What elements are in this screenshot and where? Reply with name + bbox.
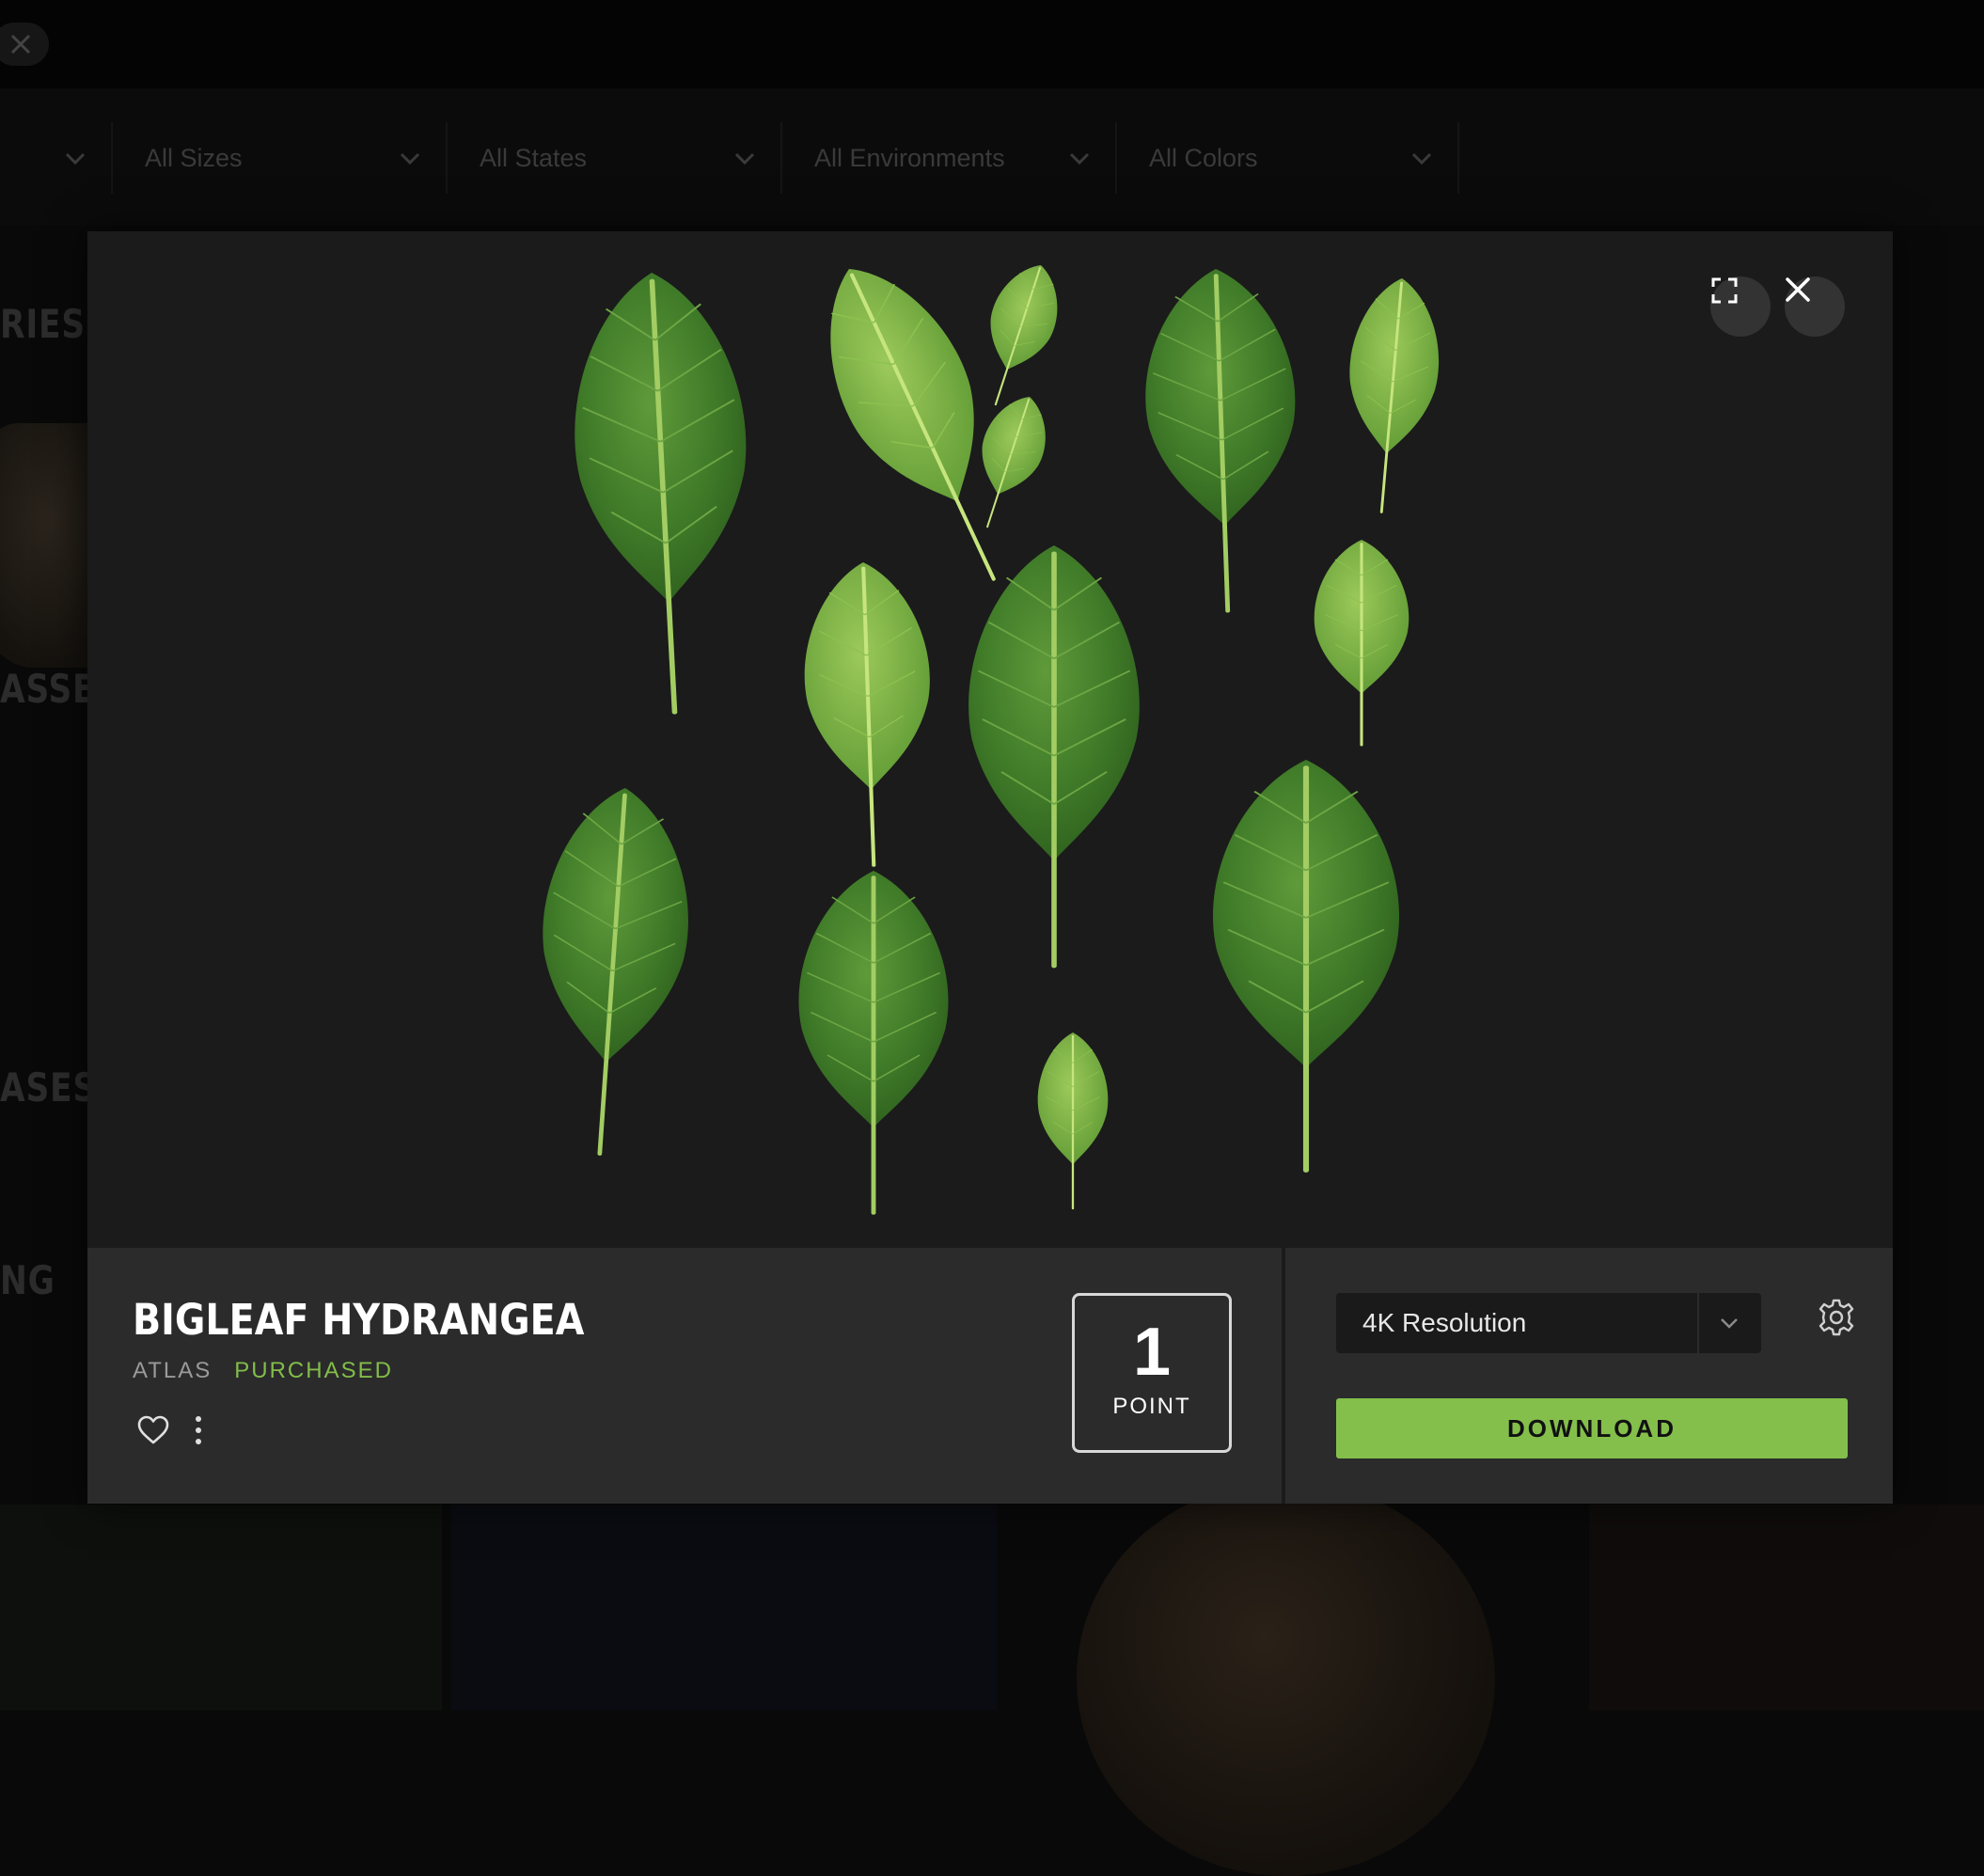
- filter-label: All Colors: [1149, 143, 1258, 172]
- filter-dropdown-sizes[interactable]: All Sizes: [113, 122, 448, 194]
- settings-icon[interactable]: [1816, 1297, 1857, 1338]
- points-cost-badge: 1 POINT: [1072, 1293, 1232, 1453]
- background-asset-thumbnail: [0, 1505, 442, 1710]
- leaf-atlas-image: [87, 240, 1448, 1247]
- filter-label: All Environments: [814, 143, 1005, 172]
- download-button[interactable]: DOWNLOAD: [1336, 1398, 1848, 1458]
- fullscreen-icon: [1711, 277, 1738, 304]
- chevron-down-icon: [400, 152, 420, 166]
- background-asset-thumbnail: [1077, 1481, 1495, 1876]
- chevron-down-icon: [1411, 152, 1432, 166]
- close-icon: [10, 34, 31, 55]
- background-close-button[interactable]: [0, 23, 49, 66]
- chevron-down-icon: [1721, 1318, 1738, 1329]
- close-modal-button[interactable]: [1785, 276, 1845, 337]
- close-icon: [1786, 277, 1810, 302]
- asset-preview: [87, 231, 1893, 1247]
- more-vertical-icon[interactable]: [189, 1413, 208, 1447]
- top-bar: [0, 0, 1984, 88]
- asset-title: BIGLEAF HYDRANGEA: [133, 1295, 585, 1345]
- asset-detail-modal: BIGLEAF HYDRANGEA ATLAS PURCHASED 1 POIN…: [87, 231, 1893, 1504]
- filter-label: All States: [480, 143, 588, 172]
- filter-label: All Sizes: [145, 143, 243, 172]
- background-asset-thumbnail: [451, 1505, 997, 1710]
- points-value: 1: [1132, 1315, 1172, 1390]
- resolution-select[interactable]: 4K Resolution: [1336, 1293, 1761, 1353]
- asset-meta: ATLAS PURCHASED: [133, 1358, 393, 1384]
- asset-type-label: ATLAS: [133, 1358, 213, 1383]
- chevron-down-icon: [65, 152, 86, 166]
- filter-dropdown-states[interactable]: All States: [448, 122, 782, 194]
- filter-dropdown-category[interactable]: [0, 122, 113, 194]
- points-unit: POINT: [1112, 1394, 1191, 1419]
- heart-icon[interactable]: [136, 1413, 170, 1447]
- download-panel: 4K Resolution DOWNLOAD: [1285, 1248, 1893, 1504]
- purchase-status-label: PURCHASED: [234, 1358, 393, 1383]
- fullscreen-button[interactable]: [1710, 276, 1771, 337]
- filter-dropdown-colors[interactable]: All Colors: [1117, 122, 1459, 194]
- chevron-down-icon: [734, 152, 755, 166]
- section-heading: NG: [0, 1257, 55, 1303]
- resolution-value: 4K Resolution: [1362, 1308, 1527, 1337]
- section-heading: ASES: [0, 1064, 98, 1111]
- background-asset-thumbnail: [1589, 1505, 1984, 1710]
- filter-dropdown-environments[interactable]: All Environments: [782, 122, 1117, 194]
- chevron-down-icon: [1069, 152, 1090, 166]
- select-separator: [1697, 1293, 1699, 1353]
- section-heading: RIES: [0, 301, 86, 347]
- asset-info-panel: BIGLEAF HYDRANGEA ATLAS PURCHASED 1 POIN…: [87, 1248, 1282, 1504]
